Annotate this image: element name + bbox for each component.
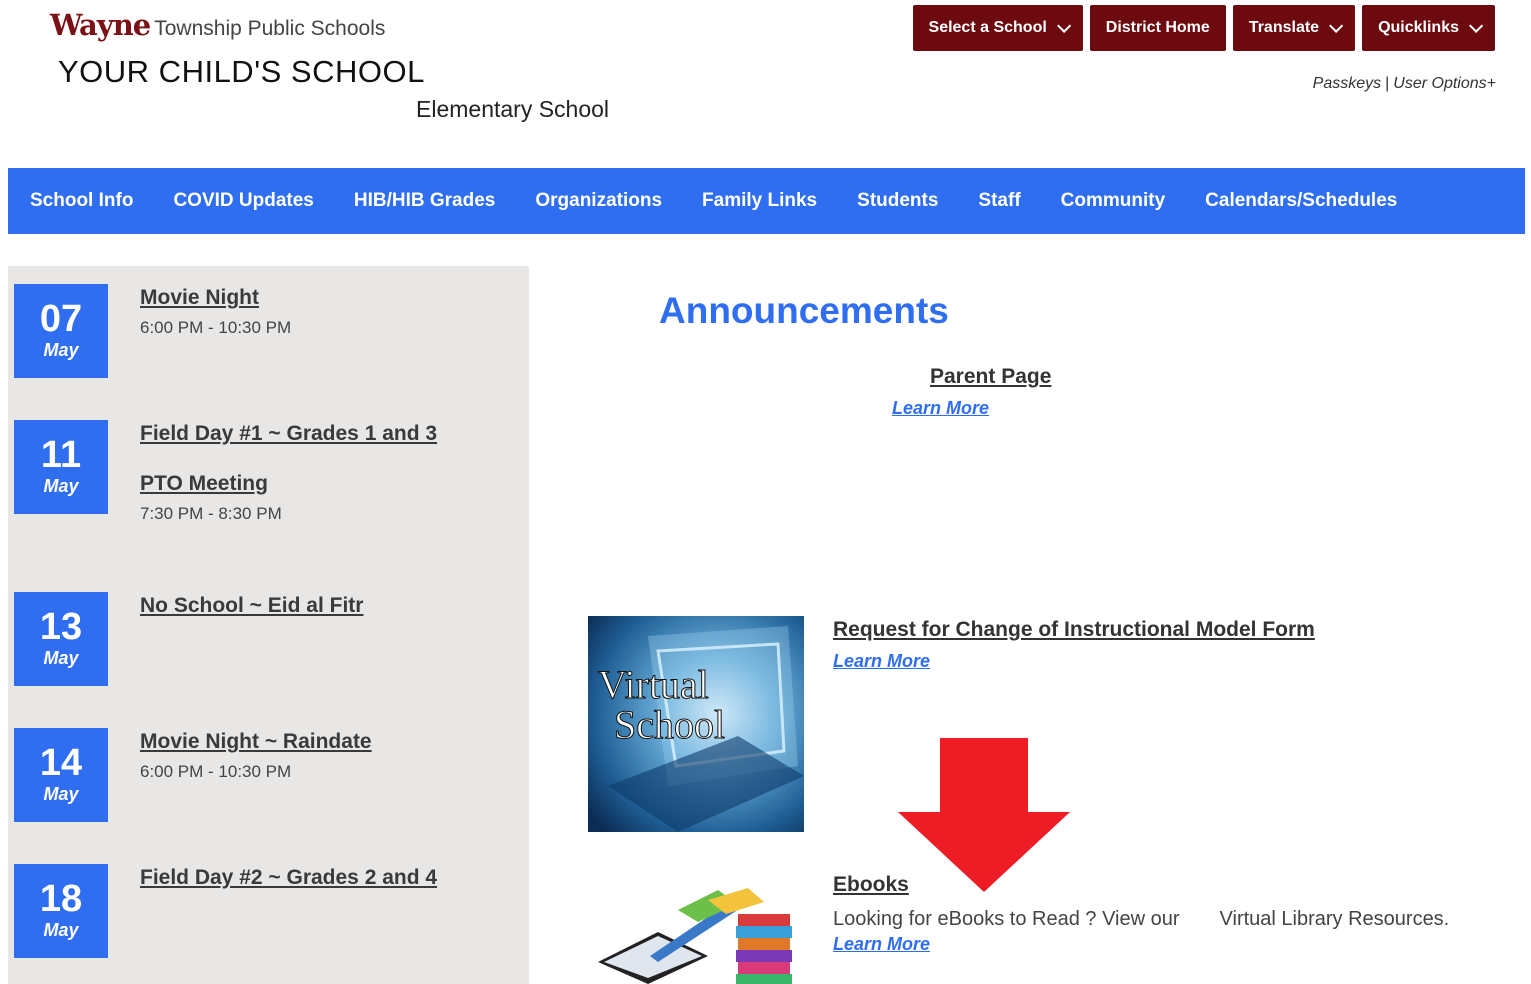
parent-page-link[interactable]: Parent Page [930, 365, 1051, 389]
nav-calendars-schedules[interactable]: Calendars/Schedules [1205, 190, 1397, 212]
user-links: Passkeys | User Options+ [1313, 75, 1496, 93]
main-nav: School Info COVID Updates HIB/HIB Grades… [8, 168, 1525, 234]
chevron-down-icon [1469, 18, 1484, 33]
event-time: 6:00 PM - 10:30 PM [140, 762, 292, 781]
passkeys-link[interactable]: Passkeys [1313, 75, 1381, 92]
date-month: May [43, 920, 79, 940]
date-day: 13 [39, 606, 83, 648]
date-badge: 13 May [14, 592, 108, 686]
date-day: 07 [39, 298, 83, 340]
events-panel: 07 May Movie Night 6:00 PM - 10:30 PM 11… [8, 266, 529, 984]
district-logo[interactable]: Wayne Township Public Schools [50, 8, 385, 42]
date-month: May [43, 476, 79, 496]
ebooks-link[interactable]: Ebooks [833, 873, 909, 897]
date-month: May [43, 784, 79, 804]
date-month: May [43, 648, 79, 668]
date-day: 18 [39, 878, 83, 920]
event-title-link[interactable]: Movie Night [140, 286, 520, 310]
request-learn-more-link[interactable]: Learn More [833, 651, 930, 672]
user-options-link[interactable]: User Options+ [1393, 75, 1496, 92]
logo-brand: Wayne [50, 8, 151, 42]
quicklinks-button[interactable]: Quicklinks [1362, 5, 1495, 51]
nav-community[interactable]: Community [1061, 190, 1166, 212]
event-title-link[interactable]: Field Day #2 ~ Grades 2 and 4 [140, 866, 520, 890]
event-title-link[interactable]: No School ~ Eid al Fitr [140, 594, 520, 618]
chevron-down-icon [1329, 18, 1344, 33]
nav-organizations[interactable]: Organizations [535, 190, 662, 212]
date-badge: 07 May [14, 284, 108, 378]
date-badge: 14 May [14, 728, 108, 822]
date-day: 14 [39, 742, 83, 784]
virtual-image-text: Virtual [598, 662, 709, 707]
translate-button[interactable]: Translate [1232, 5, 1356, 51]
event-title-link[interactable]: PTO Meeting [140, 472, 520, 496]
nav-hib-grades[interactable]: HIB/HIB Grades [354, 190, 495, 212]
school-image-text: School [614, 702, 725, 747]
ebooks-learn-more-link[interactable]: Learn More [833, 934, 930, 955]
school-type: Elementary School [416, 96, 610, 122]
nav-students[interactable]: Students [857, 190, 938, 212]
nav-covid-updates[interactable]: COVID Updates [173, 190, 313, 212]
chevron-down-icon [1056, 18, 1071, 33]
translate-label: Translate [1248, 19, 1320, 36]
event-time: 6:00 PM - 10:30 PM [140, 318, 292, 337]
school-name: YOUR CHILD'S SCHOOL [58, 54, 425, 89]
virtual-school-image[interactable]: Virtual School [588, 616, 804, 832]
date-badge: 18 May [14, 864, 108, 958]
event-title-link[interactable]: Field Day #1 ~ Grades 1 and 3 [140, 422, 520, 446]
ebooks-description-part-1: Looking for eBooks to Read ? View our [833, 908, 1180, 930]
date-badge: 11 May [14, 420, 108, 514]
district-home-label: District Home [1105, 19, 1210, 36]
logo-text: Township Public Schools [154, 17, 386, 40]
announcements-heading: Announcements [659, 290, 949, 331]
district-home-button[interactable]: District Home [1089, 5, 1226, 51]
request-form-link[interactable]: Request for Change of Instructional Mode… [833, 618, 1315, 642]
event-title-link[interactable]: Movie Night ~ Raindate [140, 730, 520, 754]
nav-family-links[interactable]: Family Links [702, 190, 817, 212]
red-arrow-down-icon [898, 738, 1070, 892]
link-separator: | [1385, 75, 1390, 92]
ebooks-image[interactable] [588, 870, 804, 984]
date-month: May [43, 340, 79, 360]
top-button-bar: Select a School District Home Translate … [912, 5, 1495, 51]
nav-staff[interactable]: Staff [978, 190, 1020, 212]
quicklinks-label: Quicklinks [1378, 19, 1459, 36]
ebooks-description-part-2: Virtual Library Resources. [1219, 908, 1450, 930]
nav-school-info[interactable]: School Info [30, 190, 133, 212]
event-time: 7:30 PM - 8:30 PM [140, 504, 282, 523]
ebooks-description: Looking for eBooks to Read ? View our Vir… [833, 908, 1449, 931]
date-day: 11 [40, 434, 82, 476]
select-school-label: Select a School [928, 19, 1047, 36]
select-school-button[interactable]: Select a School [912, 5, 1083, 51]
parent-learn-more-link[interactable]: Learn More [892, 398, 989, 419]
